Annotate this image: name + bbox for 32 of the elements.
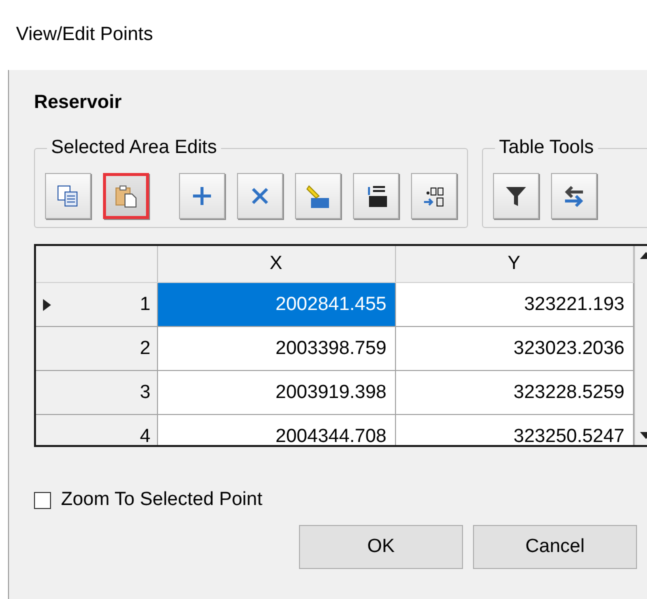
toolbar-button[interactable]: [411, 173, 457, 219]
cancel-button[interactable]: Cancel: [473, 525, 637, 569]
column-header[interactable]: Y: [395, 246, 633, 282]
ok-button[interactable]: OK: [299, 525, 463, 569]
row-number: 1: [140, 294, 150, 316]
checkbox-label[interactable]: Zoom To Selected Point: [61, 489, 262, 511]
toolbar-button[interactable]: [353, 173, 399, 219]
column-header[interactable]: X: [157, 246, 395, 282]
row-header[interactable]: 2: [36, 326, 157, 370]
table-cell[interactable]: 323228.5259: [395, 370, 633, 414]
table-cell[interactable]: 2003398.759: [157, 326, 395, 370]
window-title: View/Edit Points: [16, 24, 153, 46]
table-cell[interactable]: 323023.2036: [395, 326, 633, 370]
toolbar-button[interactable]: [551, 173, 597, 219]
table-cell[interactable]: 2003919.398: [157, 370, 395, 414]
row-header[interactable]: 4: [36, 414, 157, 445]
row-number: 2: [140, 338, 150, 360]
current-row-icon: [42, 298, 52, 312]
table-cell[interactable]: 2002841.455: [157, 282, 395, 326]
table-cell[interactable]: 323250.5247: [395, 414, 633, 445]
layer-name: Reservoir: [34, 92, 122, 113]
table-cell[interactable]: 2004344.708: [157, 414, 395, 445]
table-cell[interactable]: 323221.193: [395, 282, 633, 326]
paste-icon: [113, 183, 139, 209]
toolbar-button[interactable]: [45, 173, 91, 219]
row-number: 4: [140, 426, 150, 445]
row-number: 3: [140, 382, 150, 404]
pencil-numbers-icon: [305, 183, 331, 209]
toolbar-button[interactable]: [493, 173, 539, 219]
checkbox[interactable]: [34, 492, 51, 508]
row-header[interactable]: 3: [36, 370, 157, 414]
row-header[interactable]: 1: [36, 282, 157, 326]
